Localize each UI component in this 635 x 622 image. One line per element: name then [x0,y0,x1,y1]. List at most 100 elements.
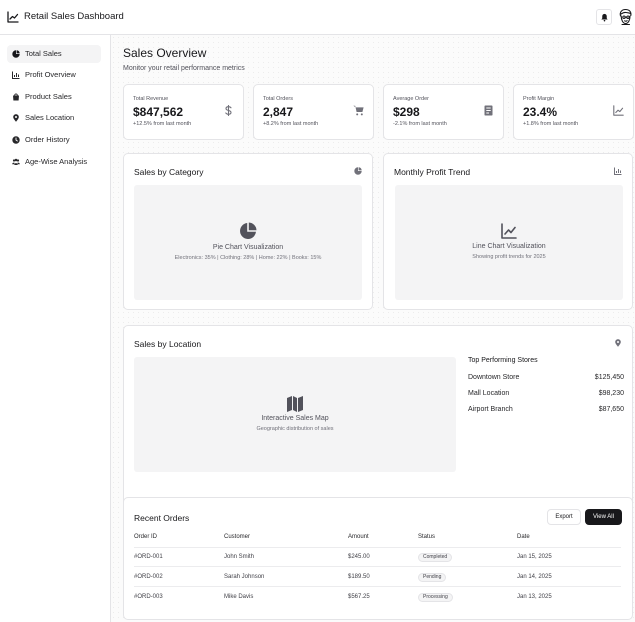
stat-change: +1.8% from last month [523,121,579,127]
store-row: Downtown Store $125,450 [468,374,624,384]
placeholder-title: Pie Chart Visualization [212,244,284,251]
pie-chart-icon [240,222,257,239]
bell-icon [601,13,608,22]
recent-orders-card: Recent Orders Export View All Order ID C… [123,497,633,620]
stat-change: -2.1% from last month [393,121,447,127]
stat-label: Total Revenue [133,96,169,102]
sidebar-item-product-sales[interactable]: Product Sales [7,88,101,106]
store-row: Mall Location $98,230 [468,390,624,400]
stat-value: $847,562 [133,105,184,119]
stat-label: Total Orders [263,96,293,102]
user-avatar[interactable] [617,8,634,26]
order-amount: $567.25 [348,594,370,600]
map-icon [287,396,303,412]
shopping-bag-icon [13,93,19,101]
pie-chart-icon [354,167,362,175]
column-header-amount: Amount [348,534,369,540]
sidebar-item-label: Sales Location [25,113,75,122]
store-row: Airport Branch $87,650 [468,406,624,416]
map-pin-icon [615,339,621,347]
pie-chart-placeholder: Pie Chart Visualization Electronics: 35%… [134,185,362,300]
sidebar-item-label: Product Sales [25,92,72,101]
stat-label: Average Order [393,96,429,102]
store-name: Mall Location [468,390,510,397]
monthly-profit-trend-card: Monthly Profit Trend Line Chart Visualiz… [383,153,633,310]
placeholder-subtitle: Geographic distribution of sales [256,426,334,432]
main-content: Sales Overview Monitor your retail perfo… [111,35,635,622]
store-value: $87,650 [598,406,624,413]
stat-label: Profit Margin [523,96,555,102]
stat-card-average-order: Average Order $298 -2.1% from last month [383,84,504,140]
order-date: Jan 15, 2025 [517,554,552,560]
sidebar-item-profit-overview[interactable]: Profit Overview [7,66,101,84]
status-badge: Processing [418,593,453,602]
top-stores-title: Top Performing Stores [468,357,538,364]
placeholder-subtitle: Electronics: 35% | Clothing: 28% | Home:… [174,255,322,261]
column-header-date: Date [517,534,530,540]
store-name: Downtown Store [468,374,520,381]
page-title: Sales Overview [123,46,207,60]
line-chart-icon [501,223,517,239]
sales-by-category-card: Sales by Category Pie Chart Visualizatio… [123,153,373,310]
column-header-customer: Customer [224,534,251,540]
order-customer: Mike Davis [224,594,254,600]
sales-map[interactable]: Interactive Sales Map Geographic distrib… [134,357,456,472]
stat-card-total-orders: Total Orders 2,847 +8.2% from last month [253,84,374,140]
column-header-order-id: Order ID [134,534,158,540]
stat-change: +8.2% from last month [263,121,319,127]
trend-up-icon [613,105,624,116]
order-customer: John Smith [224,554,255,560]
table-divider [134,586,621,587]
status-badge: Pending [418,573,447,582]
sidebar-item-order-history[interactable]: Order History [7,131,101,149]
cart-icon [353,105,364,116]
column-header-status: Status [418,534,436,540]
placeholder-subtitle: Showing profit trends for 2025 [472,254,546,260]
order-id: #ORD-001 [134,554,163,560]
dollar-icon [225,105,232,116]
stat-change: +12.5% from last month [133,121,192,127]
store-value: $98,230 [598,390,624,397]
bar-chart-icon [614,167,622,175]
receipt-icon [484,105,493,116]
table-divider [134,566,621,567]
sidebar-item-label: Order History [25,135,70,144]
placeholder-title: Interactive Sales Map [261,415,329,422]
sales-by-location-card: Sales by Location Interactive Sales Map … [123,325,633,521]
card-title: Monthly Profit Trend [394,167,471,177]
bar-chart-icon [12,71,20,79]
stat-card-total-revenue: Total Revenue $847,562 +12.5% from last … [123,84,244,140]
order-amount: $245.00 [348,554,370,560]
status-badge: Completed [418,553,453,562]
view-all-button[interactable]: View All [585,509,622,525]
stat-card-profit-margin: Profit Margin 23.4% +1.8% from last mont… [513,84,634,140]
sidebar-item-label: Age-Wise Analysis [25,157,88,166]
sidebar: Total Sales Profit Overview Product Sale… [0,35,111,622]
store-name: Airport Branch [468,406,513,413]
export-button[interactable]: Export [547,509,581,525]
map-pin-icon [13,114,19,122]
order-amount: $189.50 [348,574,370,580]
sidebar-item-age-wise-analysis[interactable]: Age-Wise Analysis [7,153,101,171]
sidebar-item-label: Total Sales [25,49,62,58]
placeholder-title: Line Chart Visualization [472,243,546,250]
order-id: #ORD-002 [134,574,163,580]
stat-value: $298 [393,105,420,119]
store-value: $125,450 [594,374,624,381]
clock-icon [12,136,20,144]
top-header: Retail Sales Dashboard [0,0,635,35]
pie-chart-icon [12,50,20,58]
sidebar-item-sales-location[interactable]: Sales Location [7,109,101,127]
card-title: Sales by Category [134,167,204,177]
line-chart-placeholder: Line Chart Visualization Showing profit … [395,185,623,300]
table-divider [134,547,621,548]
sidebar-item-total-sales[interactable]: Total Sales [7,45,101,63]
card-title: Sales by Location [134,339,202,349]
app-title: Retail Sales Dashboard [24,11,124,22]
trending-chart-icon [7,11,19,23]
card-title: Recent Orders [134,513,190,523]
sidebar-item-label: Profit Overview [25,70,76,79]
order-date: Jan 13, 2025 [517,594,552,600]
notifications-button[interactable] [596,9,612,25]
page-subtitle: Monitor your retail performance metrics [123,65,245,72]
